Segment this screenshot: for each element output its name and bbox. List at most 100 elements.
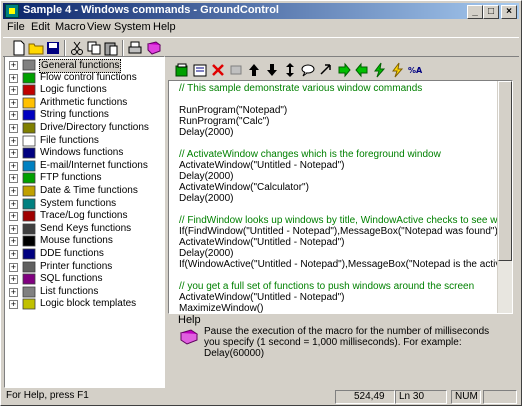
open-folder-icon[interactable] — [28, 40, 44, 56]
help-book-icon[interactable] — [146, 40, 162, 56]
tree-item[interactable]: + Date & Time functions — [5, 185, 164, 197]
expand-icon[interactable]: + — [9, 287, 18, 297]
app-icon[interactable] — [5, 4, 19, 18]
code-line[interactable]: Delay(2000) — [179, 127, 512, 138]
tree-item[interactable]: + Drive/Directory functions — [5, 122, 164, 134]
tree-item[interactable]: + Logic block templates — [5, 298, 164, 310]
code-line[interactable]: If(WindowActive("Untitled - Notepad"),Me… — [179, 259, 512, 270]
code-line[interactable]: Delay(2000) — [179, 193, 512, 204]
tree-item[interactable]: + File functions — [5, 135, 164, 147]
expand-icon[interactable]: + — [9, 98, 18, 108]
tree-item[interactable]: + System functions — [5, 198, 164, 210]
tree-item[interactable]: + Arithmetic functions — [5, 97, 164, 109]
code-line[interactable]: RunProgram("Notepad") — [179, 105, 512, 116]
code-line[interactable] — [179, 94, 512, 105]
comment-icon[interactable] — [300, 62, 316, 78]
tree-item[interactable]: + Mouse functions — [5, 235, 164, 247]
variable-icon[interactable]: %A — [408, 62, 424, 78]
tree-item[interactable]: + List functions — [5, 286, 164, 298]
title-bar[interactable]: Sample 4 - Windows commands - GroundCont… — [3, 3, 519, 19]
expand-icon[interactable]: + — [9, 73, 18, 83]
tree-item[interactable]: + Flow control functions — [5, 72, 164, 84]
tree-item[interactable]: + General functions — [5, 59, 164, 73]
delete-icon[interactable] — [210, 62, 226, 78]
code-line[interactable]: Delay(2000) — [179, 171, 512, 182]
code-line[interactable]: If(FindWindow("Untitled - Notepad"),Mess… — [179, 226, 512, 237]
expand-icon[interactable]: + — [9, 262, 18, 272]
code-editor[interactable]: // This sample demonstrate various windo… — [168, 80, 513, 314]
tree-item[interactable]: + Logic functions — [5, 84, 164, 96]
save-icon[interactable] — [45, 40, 61, 56]
code-line[interactable] — [179, 138, 512, 149]
tree-item[interactable]: + Windows functions — [5, 147, 164, 159]
move-both-icon[interactable] — [282, 62, 298, 78]
insert-icon[interactable] — [174, 62, 190, 78]
properties-icon[interactable] — [192, 62, 208, 78]
expand-icon[interactable]: + — [9, 136, 18, 146]
lightning-green-icon[interactable] — [372, 62, 388, 78]
tree-item[interactable]: + Trace/Log functions — [5, 210, 164, 222]
code-line[interactable] — [179, 204, 512, 215]
tree-item[interactable]: + String functions — [5, 109, 164, 121]
expand-icon[interactable]: + — [9, 237, 18, 247]
code-text[interactable]: // This sample demonstrate various windo… — [179, 83, 512, 313]
tree-item[interactable]: + SQL functions — [5, 273, 164, 285]
run-left-icon[interactable] — [354, 62, 370, 78]
expand-icon[interactable]: + — [9, 300, 18, 310]
copy-icon[interactable] — [86, 40, 102, 56]
expand-icon[interactable]: + — [9, 199, 18, 209]
lightning-yellow-icon[interactable] — [390, 62, 406, 78]
tree-item[interactable]: + Printer functions — [5, 261, 164, 273]
expand-icon[interactable]: + — [9, 224, 18, 234]
cut-icon[interactable] — [69, 40, 85, 56]
expand-icon[interactable]: + — [9, 174, 18, 184]
step-icon[interactable] — [318, 62, 334, 78]
tree-item[interactable]: + DDE functions — [5, 248, 164, 260]
menu-file[interactable]: File — [7, 21, 25, 33]
code-line[interactable]: ActivateWindow("Untitled - Notepad") — [179, 160, 512, 171]
expand-icon[interactable]: + — [9, 161, 18, 171]
run-right-icon[interactable] — [336, 62, 352, 78]
expand-icon[interactable]: + — [9, 61, 18, 70]
menu-system[interactable]: System — [114, 21, 151, 33]
code-line[interactable]: RunProgram("Calc") — [179, 116, 512, 127]
menu-macro[interactable]: Macro — [55, 21, 86, 33]
move-down-icon[interactable] — [264, 62, 280, 78]
expand-icon[interactable]: + — [9, 124, 18, 133]
code-line[interactable]: // This sample demonstrate various windo… — [179, 83, 512, 94]
code-line[interactable]: // FindWindow looks up windows by title,… — [179, 215, 512, 226]
expand-icon[interactable]: + — [9, 149, 18, 159]
expand-icon[interactable]: + — [9, 86, 18, 96]
expand-icon[interactable]: + — [9, 275, 18, 285]
paste-icon[interactable] — [103, 40, 119, 56]
minimize-button[interactable]: _ — [467, 5, 483, 19]
expand-icon[interactable]: + — [9, 111, 18, 121]
code-line[interactable]: ActivateWindow("Untitled - Notepad") — [179, 292, 512, 303]
function-tree[interactable]: + General functions + Flow control function… — [4, 56, 165, 388]
maximize-button[interactable]: □ — [483, 5, 499, 19]
menu-help[interactable]: Help — [153, 21, 176, 33]
code-line[interactable]: MaximizeWindow() — [179, 303, 512, 313]
move-up-icon[interactable] — [246, 62, 262, 78]
close-button[interactable]: × — [501, 5, 517, 19]
menu-edit[interactable]: Edit — [31, 21, 50, 33]
scrollbar-thumb[interactable] — [498, 81, 512, 261]
code-line[interactable] — [179, 270, 512, 281]
tree-item[interactable]: + FTP functions — [5, 172, 164, 184]
expand-icon[interactable]: + — [9, 187, 18, 196]
code-line[interactable]: Delay(2000) — [179, 248, 512, 259]
code-line[interactable]: // you get a full set of functions to pu… — [179, 281, 512, 292]
tree-item[interactable]: + Send Keys functions — [5, 223, 164, 235]
code-line[interactable]: ActivateWindow("Calculator") — [179, 182, 512, 193]
vertical-scrollbar[interactable] — [497, 81, 512, 313]
code-line[interactable]: ActivateWindow("Untitled - Notepad") — [179, 237, 512, 248]
expand-icon[interactable]: + — [9, 250, 18, 259]
tree-item[interactable]: + E-mail/Internet functions — [5, 160, 164, 172]
menu-view[interactable]: View — [87, 21, 111, 33]
code-line[interactable]: // ActivateWindow changes which is the f… — [179, 149, 512, 160]
print-icon[interactable] — [127, 40, 143, 56]
new-file-icon[interactable] — [11, 40, 27, 56]
disable-icon[interactable] — [228, 62, 244, 78]
drive-icon — [22, 122, 36, 134]
expand-icon[interactable]: + — [9, 212, 18, 222]
